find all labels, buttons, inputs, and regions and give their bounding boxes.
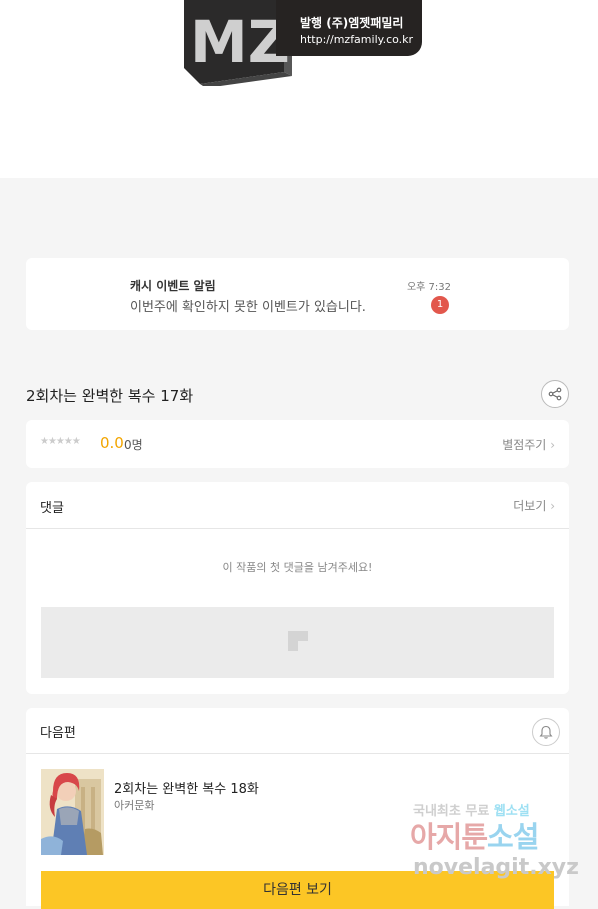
publisher-name: 발행 (주)엠젯패밀리 <box>300 16 404 30</box>
share-button[interactable] <box>541 380 569 408</box>
notification-badge: 1 <box>431 296 449 314</box>
watermark-url: novelagit.xyz <box>413 855 579 880</box>
rating-card: ★★★★★ 0.0 0명 별점주기 › <box>26 420 569 468</box>
comments-card: 댓글 더보기 › 이 작품의 첫 댓글을 남겨주세요! <box>26 482 569 694</box>
site-watermark: 국내최초 무료 웹소설 아지툰소설 novelagit.xyz <box>410 798 585 890</box>
notify-button[interactable] <box>532 718 560 746</box>
publisher-banner: MZ 발행 (주)엠젯패밀리 http://mzfamily.co.kr <box>0 0 598 178</box>
next-episode-author: 아커문화 <box>114 799 155 812</box>
image-placeholder-icon-cut <box>298 641 308 651</box>
rate-button-label: 별점주기 <box>502 438 547 452</box>
cover-illustration <box>41 769 104 855</box>
watermark-brand: 아지툰소설 <box>410 814 539 856</box>
divider <box>26 528 569 529</box>
rating-stars: ★★★★★ <box>40 436 81 447</box>
next-episode-section-title: 다음편 <box>40 726 76 741</box>
comments-title: 댓글 <box>40 501 64 516</box>
divider <box>26 753 569 754</box>
bell-icon <box>539 725 553 739</box>
ad-placeholder[interactable] <box>41 607 554 678</box>
next-episode-thumbnail[interactable] <box>41 769 104 855</box>
episode-title: 2회차는 완벽한 복수 17화 <box>26 387 194 405</box>
next-episode-title[interactable]: 2회차는 완벽한 복수 18화 <box>114 778 259 797</box>
notification-message: 이번주에 확인하지 못한 이벤트가 있습니다. <box>130 300 366 315</box>
logo-letters: MZ <box>190 8 290 76</box>
rating-participants: 0명 <box>124 438 143 452</box>
rating-score: 0.0 <box>100 434 124 452</box>
event-notification-card[interactable]: 캐시 이벤트 알림 이번주에 확인하지 못한 이벤트가 있습니다. 오후 7:3… <box>26 258 569 330</box>
chevron-right-icon: › <box>550 438 555 452</box>
comments-empty-message: 이 작품의 첫 댓글을 남겨주세요! <box>222 561 373 574</box>
share-icon <box>548 387 562 401</box>
watermark-brand-prefix: 아지툰 <box>410 820 488 854</box>
publisher-website[interactable]: http://mzfamily.co.kr <box>300 33 413 46</box>
notification-title: 캐시 이벤트 알림 <box>130 279 216 293</box>
rate-button[interactable]: 별점주기 › <box>502 436 555 453</box>
comments-more-button[interactable]: 더보기 › <box>513 497 555 514</box>
chevron-right-icon: › <box>550 499 555 513</box>
notification-time: 오후 7:32 <box>406 282 451 293</box>
comments-more-label: 더보기 <box>513 499 547 513</box>
watermark-brand-highlight: 소설 <box>487 820 539 854</box>
